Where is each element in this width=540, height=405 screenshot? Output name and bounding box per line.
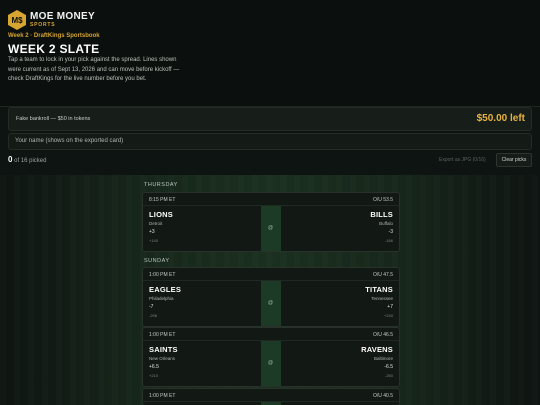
picks-of-text: of 16 picked — [14, 158, 47, 164]
away-team-name: EAGLES — [149, 285, 182, 294]
home-moneyline: -166 — [384, 238, 393, 243]
day-label-sunday: SUNDAY — [144, 258, 170, 264]
away-team-city: New Orleans — [149, 356, 176, 361]
page-description: Tap a team to lock in your pick against … — [8, 57, 180, 82]
game-card: 1:00 PM ET O/U 47.5 EAGLES Philadelphia … — [142, 267, 400, 327]
clear-picks-button[interactable]: Clear picks — [496, 153, 532, 167]
home-moneyline: +240 — [383, 313, 393, 318]
home-spread: -3 — [388, 229, 393, 235]
game-card: 8:15 PM ET O/U 53.5 LIONS Detroit +3 +14… — [142, 192, 400, 252]
game-time: 1:00 PM ET — [149, 393, 176, 399]
away-spread: +6.5 — [149, 364, 159, 370]
away-moneyline: +140 — [149, 238, 159, 243]
logo-icon: M$ — [8, 10, 26, 30]
name-input[interactable]: Your name (shows on the exported card) — [8, 133, 532, 150]
brand-name: MOE MONEY — [30, 11, 95, 22]
away-team-city: Philadelphia — [149, 296, 174, 301]
home-team-name: BILLS — [370, 210, 393, 219]
game-card: 1:00 PM ET O/U 46.5 SAINTS New Orleans +… — [142, 327, 400, 387]
home-spread: +7 — [387, 304, 393, 310]
picks-counter: 0 of 16 picked — [8, 155, 46, 164]
at-symbol: @ — [268, 300, 274, 306]
away-spread: +3 — [149, 229, 155, 235]
home-spread: -6.5 — [384, 364, 393, 370]
header: M$ MOE MONEY SPORTS Week 2 · DraftKings … — [0, 0, 540, 107]
away-team-city: Detroit — [149, 221, 163, 226]
page-title: WEEK 2 SLATE — [8, 42, 100, 56]
away-team-name: LIONS — [149, 210, 173, 219]
game-time: 1:00 PM ET — [149, 332, 176, 338]
home-moneyline: -260 — [384, 373, 393, 378]
home-team-name: RAVENS — [361, 345, 393, 354]
at-symbol: @ — [268, 360, 274, 366]
home-team-city: Tennessee — [371, 296, 393, 301]
name-input-placeholder: Your name (shows on the exported card) — [15, 138, 124, 144]
game-time: 1:00 PM ET — [149, 272, 176, 278]
home-team-name: TITANS — [365, 285, 393, 294]
bankroll-label: Fake bankroll — $50 in tokens — [16, 116, 91, 122]
game-over-under: O/U 40.5 — [372, 393, 393, 399]
week-eyebrow: Week 2 · DraftKings Sportsbook — [8, 33, 100, 39]
game-card: 1:00 PM ET O/U 40.5 — [142, 388, 400, 405]
at-symbol: @ — [268, 225, 274, 231]
home-team-city: Baltimore — [373, 356, 393, 361]
game-over-under: O/U 47.5 — [372, 272, 393, 278]
away-spread: -7 — [149, 304, 154, 310]
day-label-thursday: THURSDAY — [144, 182, 178, 188]
away-team-name: SAINTS — [149, 345, 178, 354]
home-team-city: Buffalo — [379, 221, 393, 226]
export-jpg-button[interactable]: Export as JPG (0/16) — [439, 157, 486, 163]
game-over-under: O/U 53.5 — [372, 197, 393, 203]
bankroll-amount: $50.00 left — [476, 113, 525, 124]
bankroll-bar: Fake bankroll — $50 in tokens $50.00 lef… — [8, 107, 532, 131]
picks-count: 0 — [8, 155, 13, 164]
brand-subtitle: SPORTS — [30, 22, 56, 28]
away-moneyline: -298 — [149, 313, 158, 318]
away-moneyline: +210 — [149, 373, 159, 378]
game-time: 8:15 PM ET — [149, 197, 176, 203]
game-over-under: O/U 46.5 — [372, 332, 393, 338]
